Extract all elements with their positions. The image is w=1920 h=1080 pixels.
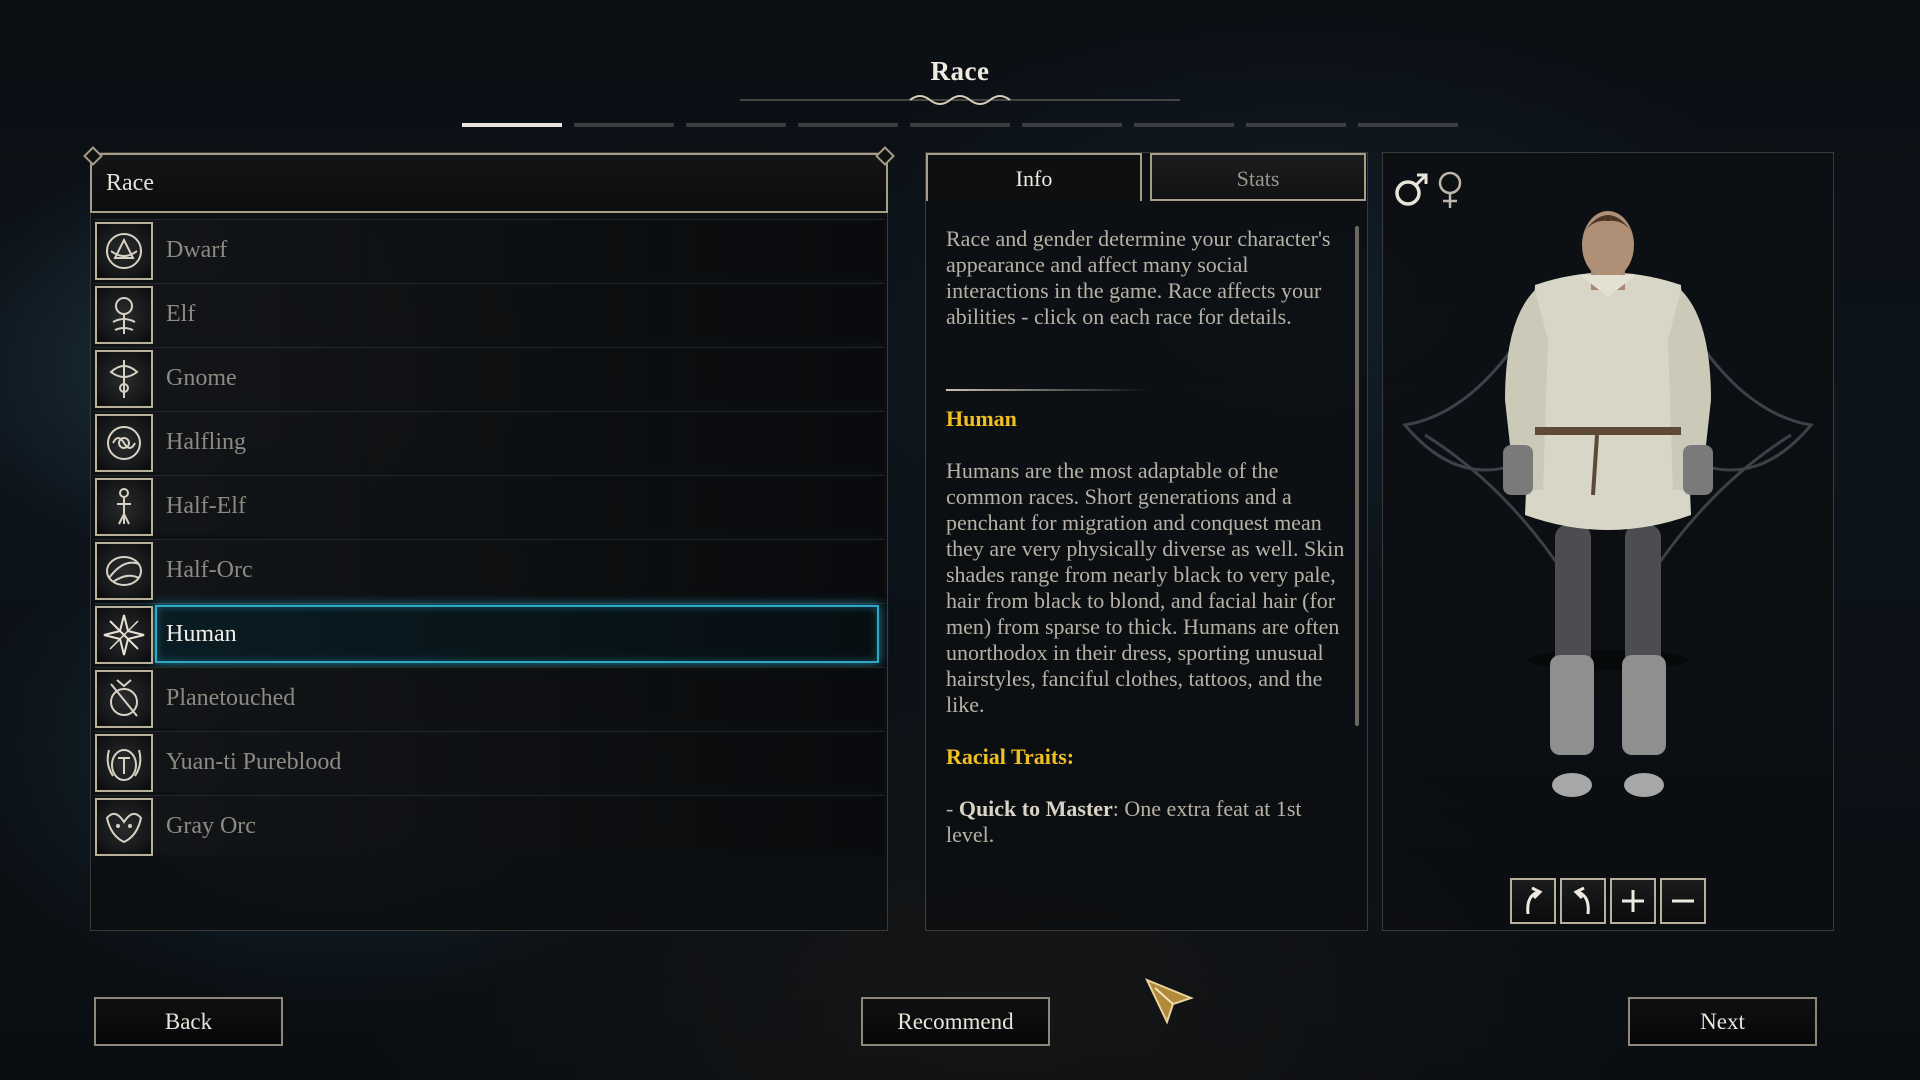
step-progress <box>462 123 1458 127</box>
selection-highlight <box>155 605 879 663</box>
info-scrollbar[interactable] <box>1355 226 1359 726</box>
race-item-label: Gray Orc <box>166 813 256 839</box>
racial-trait-line: - Quick to Master: One extra feat at 1st… <box>946 796 1302 847</box>
step-segment <box>462 123 562 127</box>
mouse-cursor-icon <box>1145 978 1194 1025</box>
next-button[interactable]: Next <box>1628 997 1817 1046</box>
rotate-right-icon <box>1573 886 1590 915</box>
race-item-half-elf[interactable]: Half-Elf <box>95 475 885 536</box>
step-segment <box>686 123 786 127</box>
race-item-elf[interactable]: Elf <box>95 283 885 344</box>
step-segment <box>1134 123 1234 127</box>
info-race-name: Human <box>946 406 1017 431</box>
step-segment <box>574 123 674 127</box>
half-elf-emblem-icon <box>95 478 153 536</box>
race-item-yuan-ti[interactable]: Yuan-ti Pureblood <box>95 731 885 792</box>
race-list-header: Race <box>90 153 888 213</box>
race-item-gray-orc[interactable]: Gray Orc <box>95 795 885 856</box>
step-segment <box>1022 123 1122 127</box>
zoom-in-button[interactable] <box>1610 878 1656 924</box>
info-divider <box>946 389 1146 391</box>
plus-icon <box>1622 890 1644 912</box>
character-model-preview[interactable] <box>1385 205 1831 805</box>
race-item-gnome[interactable]: Gnome <box>95 347 885 408</box>
race-item-label: Elf <box>166 301 196 327</box>
dwarf-emblem-icon <box>95 222 153 280</box>
minus-icon <box>1672 899 1694 903</box>
rotate-left-button[interactable] <box>1510 878 1556 924</box>
race-item-dwarf[interactable]: Dwarf <box>95 219 885 280</box>
info-race-description: Humans are the most adaptable of the com… <box>946 458 1345 717</box>
elf-emblem-icon <box>95 286 153 344</box>
page-title: Race <box>930 56 990 86</box>
step-segment <box>1358 123 1458 127</box>
race-item-halfling[interactable]: Halfling <box>95 411 885 472</box>
tab-info[interactable]: Info <box>926 153 1142 201</box>
race-item-label: Planetouched <box>166 685 296 711</box>
info-text: Race and gender determine your character… <box>946 226 1346 848</box>
step-segment <box>910 123 1010 127</box>
race-item-label: Human <box>166 621 237 647</box>
gnome-emblem-icon <box>95 350 153 408</box>
yuan-ti-emblem-icon <box>95 734 153 792</box>
racial-traits-heading: Racial Traits: <box>946 744 1075 769</box>
race-item-planetouched[interactable]: Planetouched <box>95 667 885 728</box>
race-list-header-label: Race <box>106 170 154 196</box>
race-item-label: Dwarf <box>166 237 228 263</box>
race-item-label: Half-Elf <box>166 493 246 519</box>
rotate-left-icon <box>1526 886 1543 915</box>
half-orc-emblem-icon <box>95 542 153 600</box>
human-emblem-icon <box>95 606 153 664</box>
trait-name: Quick to Master <box>958 796 1113 821</box>
halfling-emblem-icon <box>95 414 153 472</box>
female-symbol-icon[interactable] <box>1432 168 1468 210</box>
planetouched-emblem-icon <box>95 670 153 728</box>
rotate-right-button[interactable] <box>1560 878 1606 924</box>
race-item-human[interactable]: Human <box>95 603 885 664</box>
recommend-button[interactable]: Recommend <box>861 997 1050 1046</box>
tab-stats[interactable]: Stats <box>1150 153 1366 201</box>
step-segment <box>798 123 898 127</box>
race-item-label: Yuan-ti Pureblood <box>166 749 342 775</box>
info-intro: Race and gender determine your character… <box>946 226 1331 329</box>
title-ornament <box>740 95 1180 105</box>
step-segment <box>1246 123 1346 127</box>
male-symbol-icon[interactable] <box>1393 168 1429 210</box>
race-item-half-orc[interactable]: Half-Orc <box>95 539 885 600</box>
race-item-label: Gnome <box>166 365 237 391</box>
gray-orc-emblem-icon <box>95 798 153 856</box>
race-item-label: Halfling <box>166 429 246 455</box>
back-button[interactable]: Back <box>94 997 283 1046</box>
race-item-label: Half-Orc <box>166 557 253 583</box>
race-list: Dwarf Elf Gnome Halfling Half-Elf Half-O… <box>95 219 885 859</box>
zoom-out-button[interactable] <box>1660 878 1706 924</box>
